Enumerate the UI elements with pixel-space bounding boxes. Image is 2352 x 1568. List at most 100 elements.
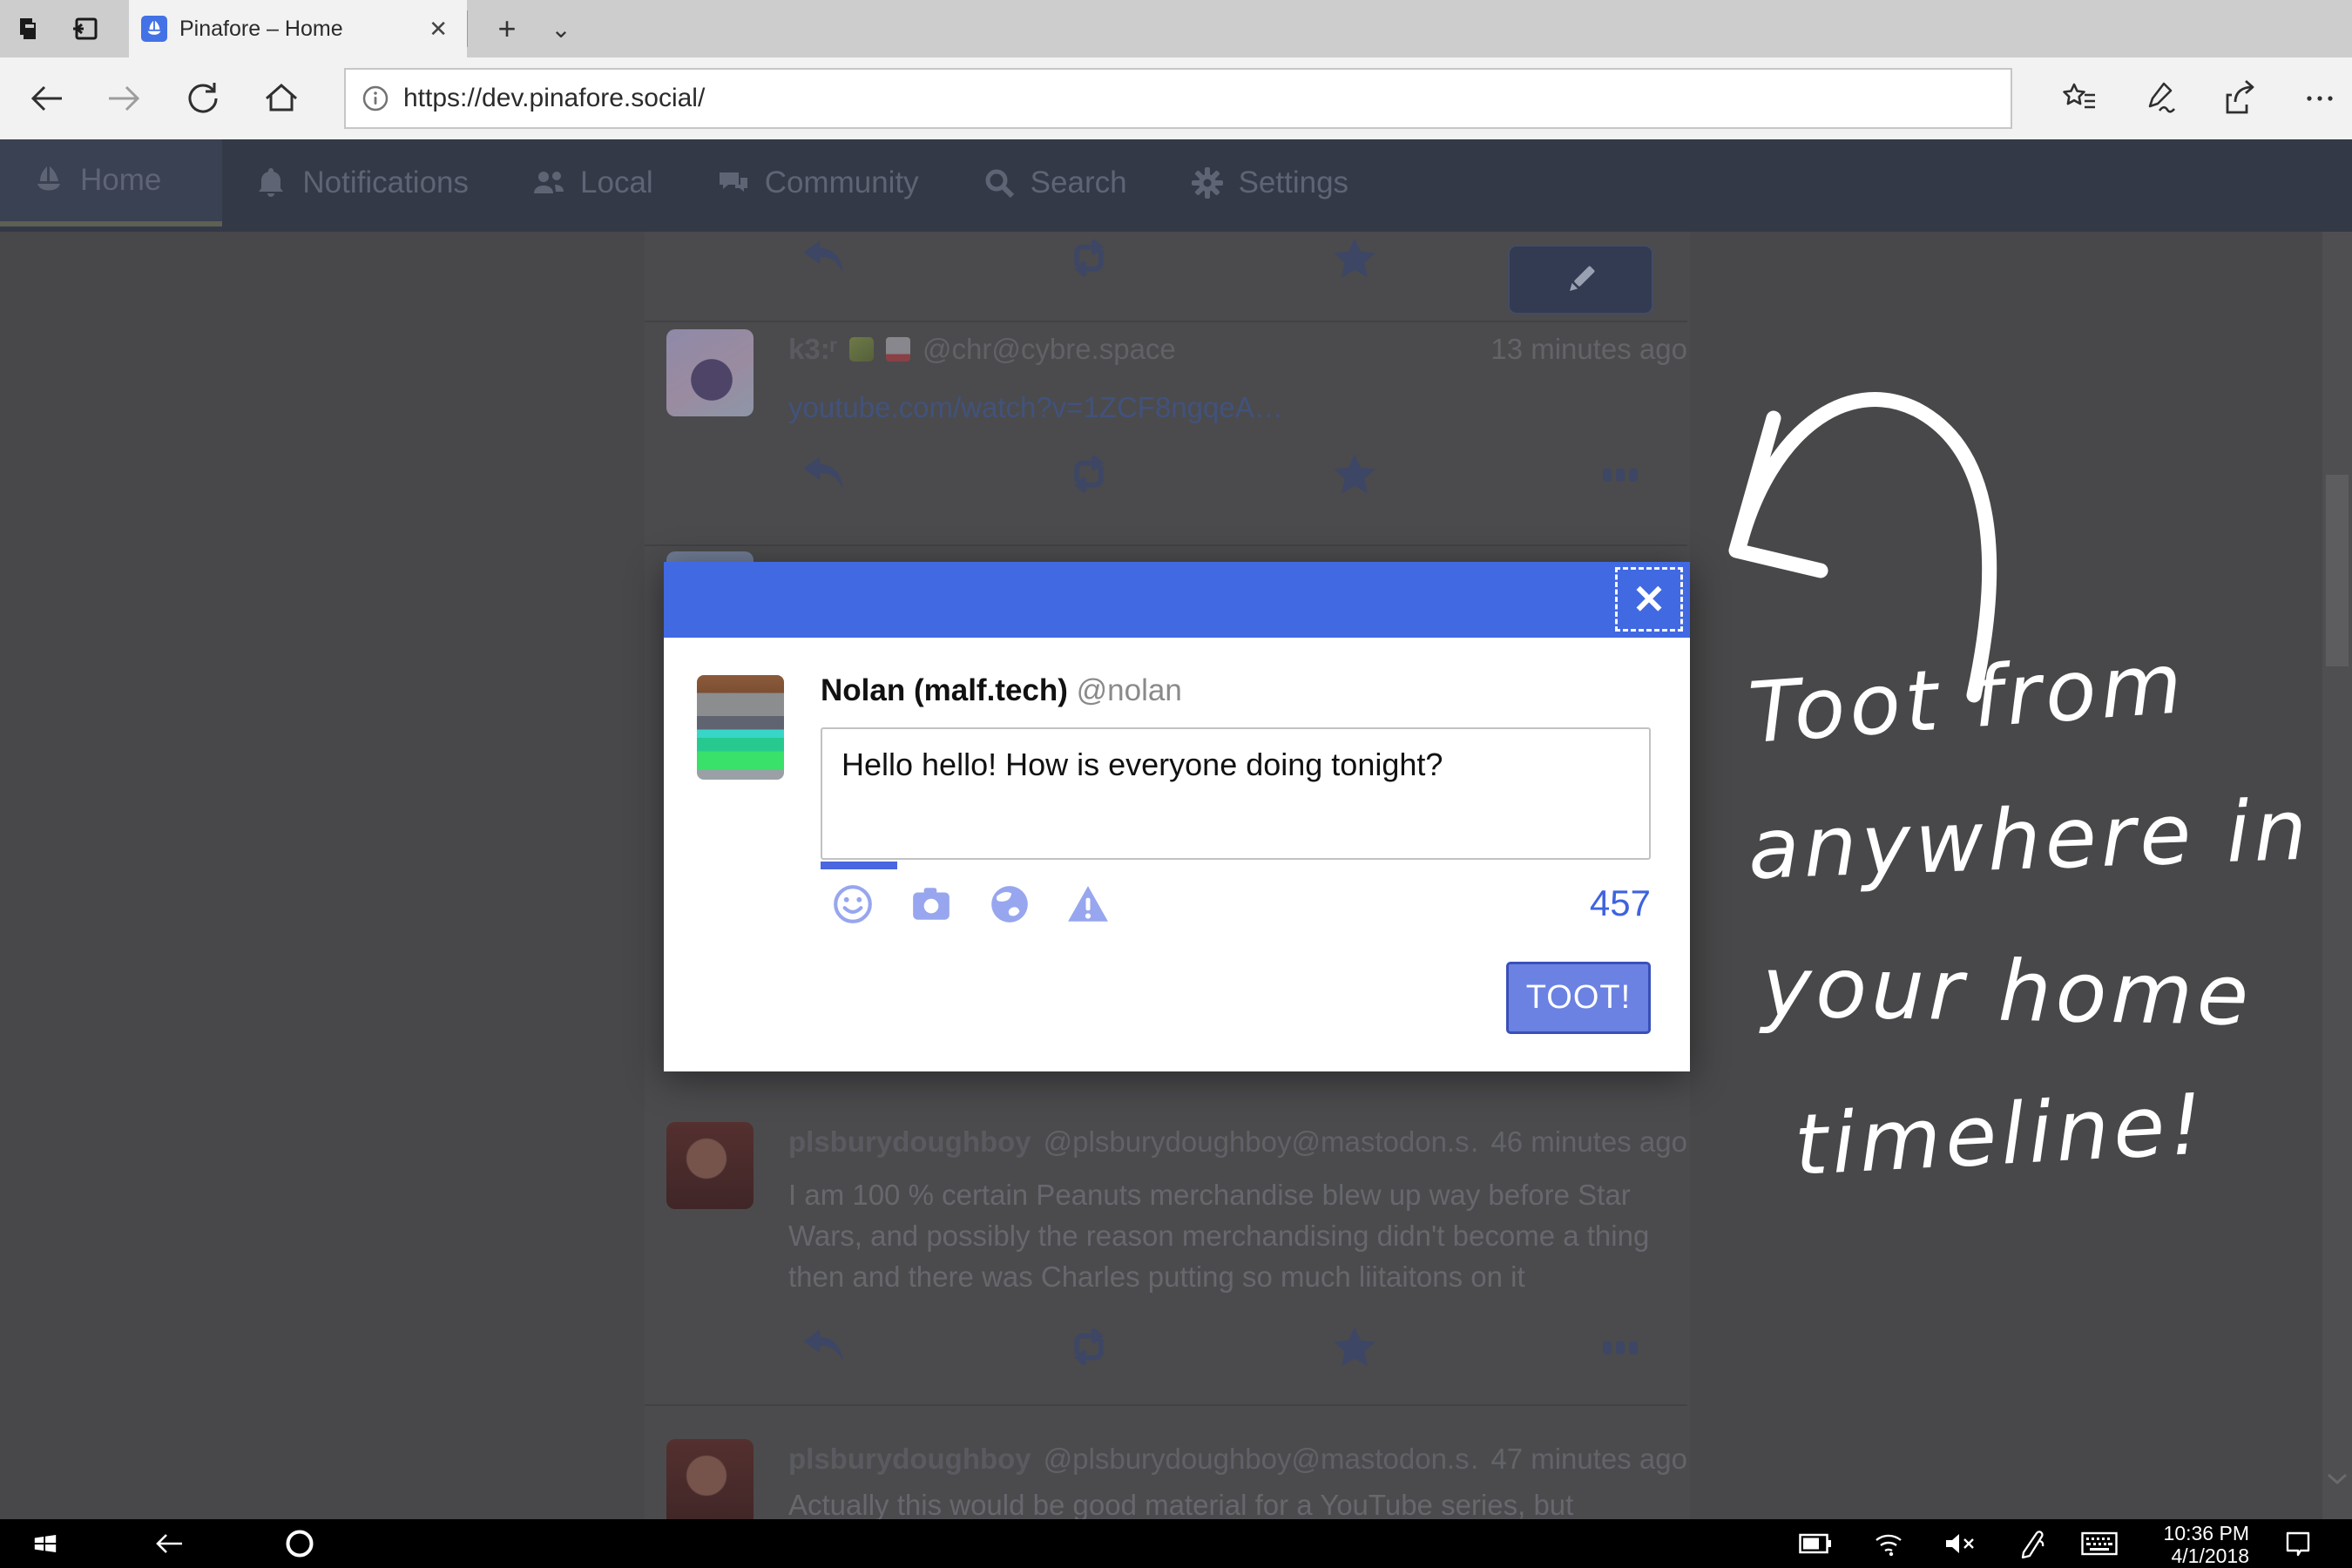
avatar [666, 551, 754, 562]
dialog-close-button[interactable]: ✕ [1615, 567, 1683, 632]
nav-label: Settings [1239, 166, 1348, 200]
nav-item-local: Local [500, 139, 685, 226]
action-center-icon[interactable] [2279, 1526, 2317, 1561]
post-body: I am 100 % certain Peanuts merchandise b… [788, 1174, 1651, 1297]
taskbar-back-button[interactable] [150, 1526, 188, 1561]
scrollbar-down-arrow [2327, 1472, 2348, 1486]
post-username: k3:ʳ [788, 333, 837, 366]
home-button[interactable] [251, 68, 312, 129]
post-timestamp: 47 minutes ago [1490, 1443, 1687, 1476]
tab-close-icon[interactable]: ✕ [422, 12, 455, 46]
refresh-button[interactable] [172, 68, 233, 129]
more-options-icon[interactable] [2289, 68, 2350, 129]
nav-label: Home [80, 163, 161, 198]
nav-item-community: Community [685, 139, 950, 226]
privacy-globe-button[interactable] [988, 882, 1031, 926]
nav-label: Notifications [302, 166, 469, 200]
post-separator [645, 321, 1687, 322]
nav-label: Community [765, 166, 919, 200]
nav-label: Search [1031, 166, 1127, 200]
back-button[interactable] [16, 68, 77, 129]
dialog-header [664, 562, 1690, 638]
content-warning-button[interactable] [1066, 882, 1110, 926]
boost-icon [1063, 1321, 1115, 1373]
post-username: plsburydoughboy [788, 1125, 1031, 1159]
tab-title: Pinafore – Home [179, 17, 422, 42]
nav-item-home: Home [0, 139, 222, 226]
tab-list-dropdown[interactable]: ⌄ [538, 7, 584, 51]
clock-time: 10:36 PM [2136, 1522, 2249, 1544]
dragon-emoji [849, 337, 874, 362]
favorites-hub-icon[interactable] [2049, 68, 2110, 129]
nav-item-notifications: Notifications [222, 139, 500, 226]
favorite-star-icon [1328, 1321, 1381, 1373]
more-dots-icon [1594, 1321, 1646, 1373]
volume-muted-icon[interactable] [1941, 1526, 1979, 1561]
pinafore-favicon [141, 16, 167, 42]
chat-bubbles-icon [716, 166, 751, 200]
compose-user: Nolan (malf.tech) @nolan [821, 673, 1182, 708]
character-count: 457 [1535, 882, 1651, 924]
post-header: plsburydoughboy @plsburydoughboy@mastodo… [788, 1443, 1687, 1476]
compose-fab-button [1508, 245, 1653, 314]
new-tab-button[interactable]: + [484, 7, 530, 51]
compose-user-handle: @nolan [1077, 673, 1182, 707]
set-tabs-aside-icon[interactable] [7, 9, 51, 49]
start-button[interactable] [26, 1526, 64, 1561]
post-timestamp: 13 minutes ago [1490, 333, 1687, 366]
address-bar[interactable]: https://dev.pinafore.social/ [344, 68, 2012, 129]
site-info-icon[interactable] [360, 83, 391, 114]
browser-tab-pinafore[interactable]: Pinafore – Home ✕ [129, 0, 467, 57]
nav-label: Local [580, 166, 653, 200]
users-icon [531, 166, 566, 200]
search-icon [982, 166, 1017, 200]
boost-icon [1063, 232, 1115, 284]
post-body: youtube.com/watch?v=1ZCF8ngqeA… [788, 387, 1651, 428]
forward-button[interactable] [94, 68, 155, 129]
post-action-row [645, 1321, 1687, 1376]
boost-icon [1063, 448, 1115, 500]
page-scrollbar-thumb [2326, 475, 2349, 666]
emoji-picker-button[interactable] [831, 882, 875, 926]
post-link: youtube.com/watch?v=1ZCF8ngqeA… [788, 391, 1283, 423]
taskbar-clock[interactable]: 10:36 PM 4/1/2018 [2136, 1522, 2249, 1567]
reply-icon [797, 232, 849, 284]
windows-ink-pen-icon[interactable] [2012, 1526, 2051, 1561]
media-upload-button[interactable] [909, 882, 953, 926]
compose-textarea[interactable]: Hello hello! How is everyone doing tonig… [821, 727, 1651, 860]
browser-tab-bar: Pinafore – Home ✕ + ⌄ [0, 0, 2352, 57]
avatar [666, 1439, 754, 1519]
pinafore-nav-bar: Home Notifications Local Community Searc… [0, 139, 2352, 232]
post-handle: @chr@cybre.space [923, 333, 1176, 366]
compose-dialog: ✕ Nolan (malf.tech) @nolan Hello hello! … [664, 562, 1690, 1071]
share-icon[interactable] [2209, 68, 2270, 129]
toot-button[interactable]: TOOT! [1506, 962, 1651, 1034]
post-separator [645, 544, 1687, 546]
post-separator [645, 1404, 1687, 1406]
post-timestamp: 46 minutes ago [1490, 1125, 1687, 1159]
post-body: Actually this would be good material for… [788, 1484, 1651, 1519]
battery-icon[interactable] [1796, 1526, 1835, 1561]
wifi-icon[interactable] [1869, 1526, 1908, 1561]
home-sailboat-icon [31, 163, 66, 198]
pencil-icon [1562, 260, 1600, 299]
url-text: https://dev.pinafore.social/ [403, 84, 705, 113]
ink-notes-icon[interactable] [2129, 68, 2190, 129]
post-handle: @plsburydoughboy@mastodon.s… [1044, 1125, 1479, 1159]
tab-preview-icon[interactable] [63, 9, 106, 49]
touch-keyboard-icon[interactable] [2080, 1526, 2119, 1561]
windows-taskbar: 10:36 PM 4/1/2018 [0, 1519, 2352, 1568]
favorite-star-icon [1328, 448, 1381, 500]
avatar [666, 329, 754, 416]
post-username: plsburydoughboy [788, 1443, 1031, 1476]
favorite-star-icon [1328, 232, 1381, 284]
more-dots-icon [1594, 448, 1646, 500]
bell-icon [253, 166, 288, 200]
nav-item-settings: Settings [1159, 139, 1380, 226]
gear-icon [1190, 166, 1225, 200]
nav-item-search: Search [950, 139, 1159, 226]
floppy-disk-emoji [886, 337, 910, 362]
reply-icon [797, 1321, 849, 1373]
post-header: k3:ʳ @chr@cybre.space 13 minutes ago [788, 333, 1687, 366]
cortana-button[interactable] [280, 1526, 319, 1561]
